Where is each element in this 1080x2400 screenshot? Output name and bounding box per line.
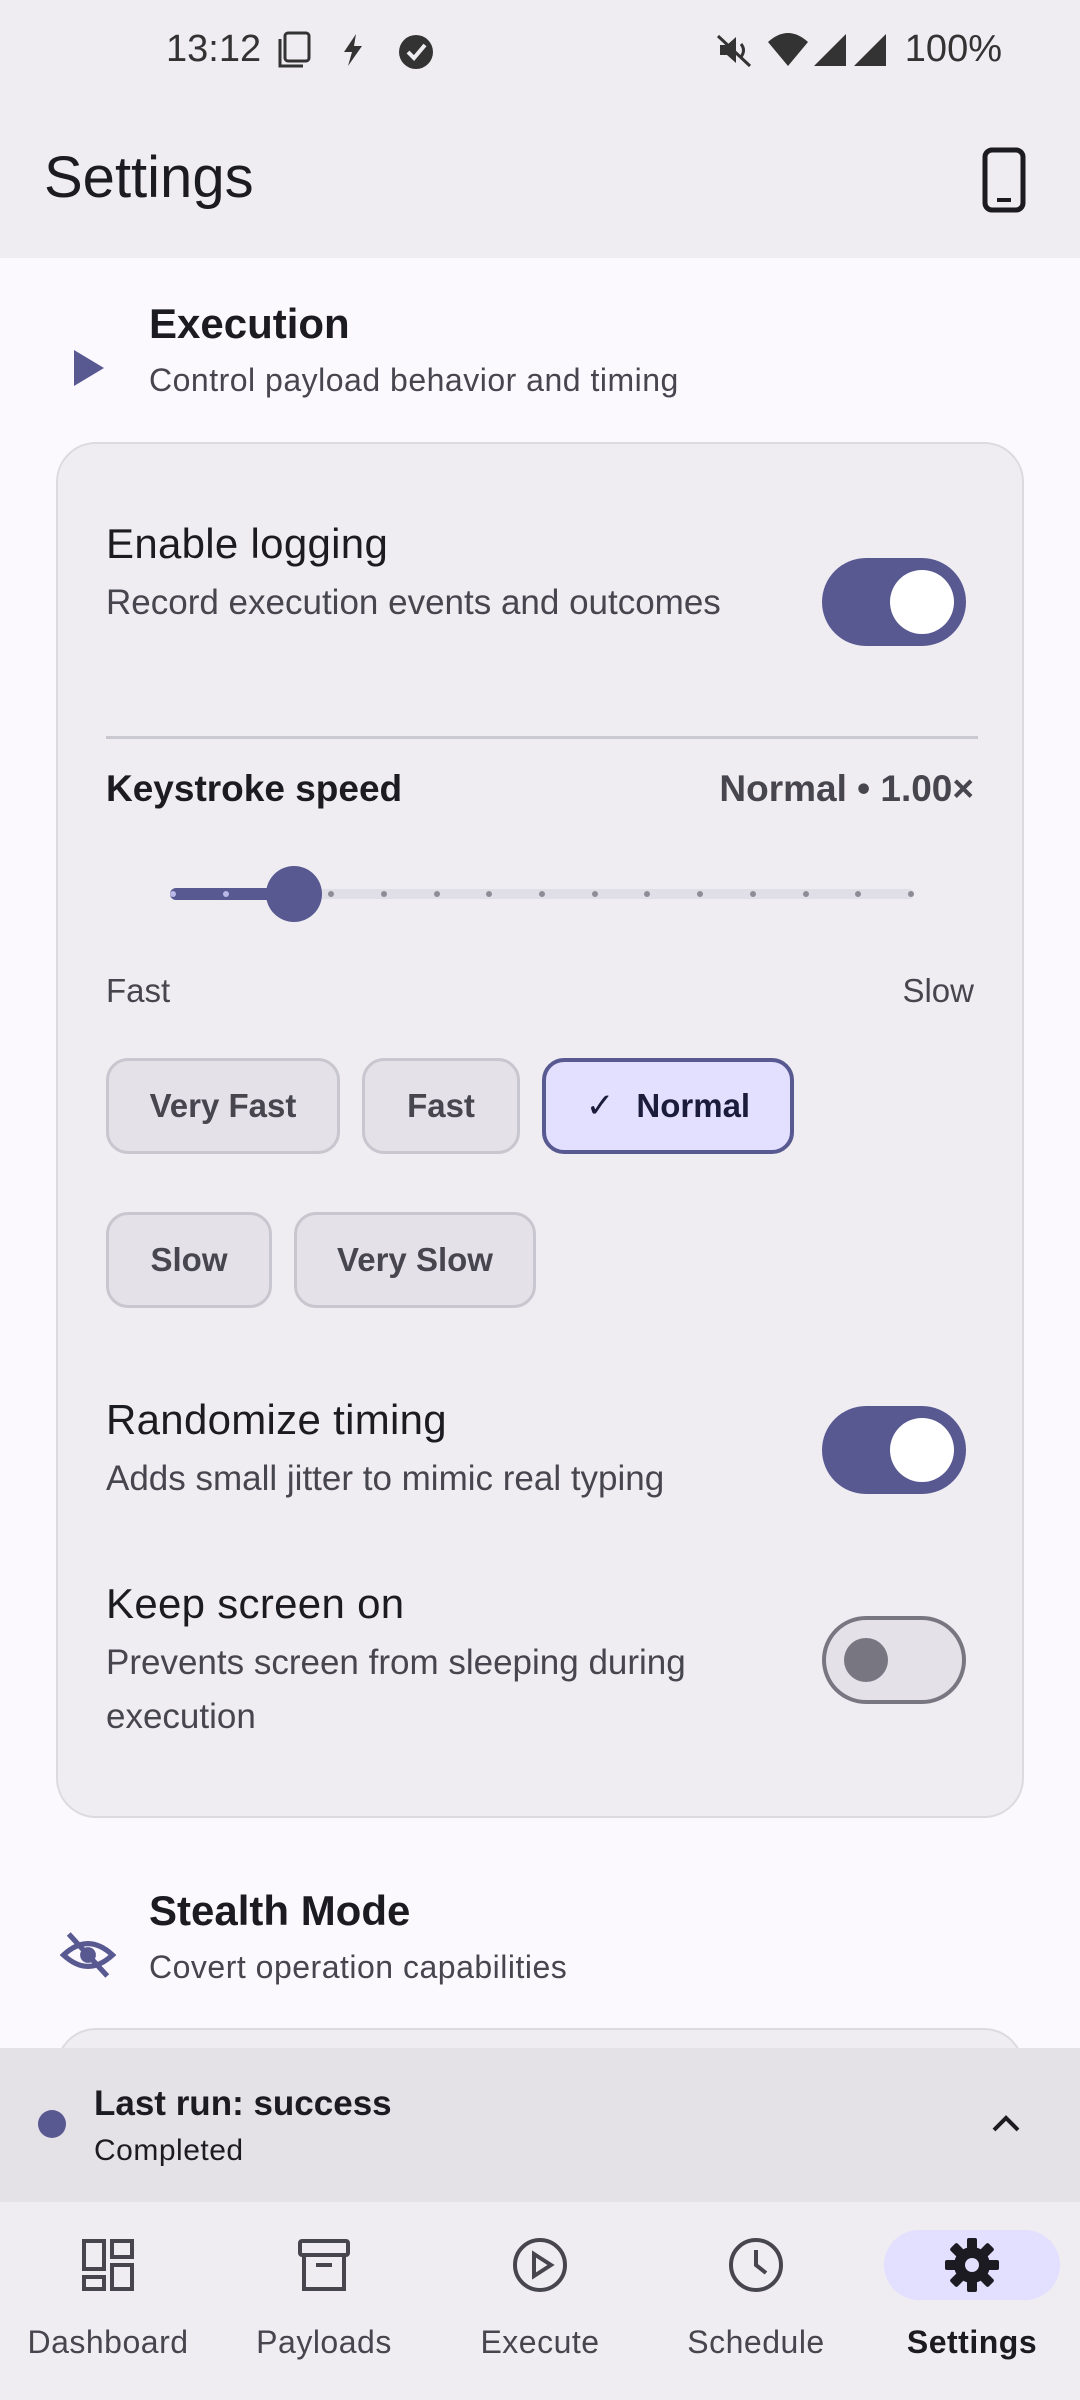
last-run-subtitle: Completed [94,2134,244,2167]
section-subtitle: Control payload behavior and timing [149,362,679,398]
page-title: Settings [44,145,254,210]
archive-icon [270,2230,378,2300]
charging-icon [344,34,362,66]
keystroke-speed-slider[interactable] [170,864,914,924]
slider-tick [434,891,440,897]
slider-tick [697,891,703,897]
bottom-navigation: Dashboard Payloads Execute Schedule Sett… [0,2202,1080,2400]
slider-thumb[interactable] [266,866,322,922]
device-button[interactable] [964,140,1044,220]
range-label-slow: Slow [902,972,974,1009]
preset-chip-fast[interactable]: Fast [362,1058,520,1154]
keep-screen-title: Keep screen on [106,1580,405,1627]
nav-item-dashboard[interactable]: Dashboard [0,2202,216,2400]
slider-tick [908,891,914,897]
chevron-up-icon[interactable] [982,2100,1030,2148]
check-icon: ✓ [585,1087,615,1125]
nav-item-settings[interactable]: Settings [864,2202,1080,2400]
app-bar: Settings [0,100,1080,258]
slider-tick [750,891,756,897]
preset-chip-very-fast[interactable]: Very Fast [106,1058,340,1154]
screenshot-icon [278,31,311,68]
logging-title: Enable logging [106,520,389,567]
battery-level: 100% [904,28,1002,70]
slider-tick [539,891,545,897]
slider-tick [855,891,861,897]
status-dot [38,2110,66,2138]
signal-icon [814,34,846,66]
dashboard-icon [54,2230,162,2300]
preset-chip-slow[interactable]: Slow [106,1212,272,1308]
check-badge-icon [399,35,433,69]
last-run-banner[interactable]: Last run: success Completed [0,2048,1080,2202]
logging-switch[interactable] [822,558,966,646]
slider-tick [803,891,809,897]
randomize-switch[interactable] [822,1406,966,1494]
keystroke-speed-value: Normal • 1.00× [719,768,974,809]
play-icon [60,340,116,396]
section-title: Stealth Mode [149,1887,411,1934]
status-time: 13:12 [166,28,262,70]
slider-tick [644,891,650,897]
slider-tick [223,891,229,897]
nav-item-schedule[interactable]: Schedule [648,2202,864,2400]
randomize-subtitle: Adds small jitter to mimic real typing [106,1459,665,1498]
preset-chip-very-slow[interactable]: Very Slow [294,1212,536,1308]
preset-chip-normal[interactable]: ✓ Normal [542,1058,794,1154]
section-subtitle: Covert operation capabilities [149,1949,568,1985]
range-label-fast: Fast [106,972,171,1009]
clock-icon [702,2230,810,2300]
eye-off-icon [60,1927,116,1983]
nav-item-execute[interactable]: Execute [432,2202,648,2400]
status-bar: 13:12 100% [0,0,1080,100]
section-title: Execution [149,300,350,347]
slider-tick [592,891,598,897]
slider-tick [486,891,492,897]
logging-subtitle: Record execution events and outcomes [106,583,721,622]
wifi-icon [768,33,808,66]
slider-tick [328,891,334,897]
signal-icon-2 [854,34,886,66]
randomize-title: Randomize timing [106,1396,447,1443]
keep-screen-switch[interactable] [822,1616,966,1704]
gear-icon [884,2230,1060,2300]
execution-card: Enable logging Record execution events a… [56,442,1024,1818]
divider [106,736,978,739]
play-circle-icon [486,2230,594,2300]
keep-screen-subtitle: Prevents screen from sleeping during exe… [106,1643,686,1736]
last-run-title: Last run: success [94,2084,392,2123]
nav-item-payloads[interactable]: Payloads [216,2202,432,2400]
slider-tick [170,891,176,897]
keystroke-speed-label: Keystroke speed [106,768,403,809]
slider-tick [381,891,387,897]
mute-icon [716,34,752,68]
phone-icon [982,147,1026,213]
stealth-section-header[interactable]: Stealth Mode Covert operation capabiliti… [0,1887,1080,2027]
execution-section-header[interactable]: Execution Control payload behavior and t… [0,300,1080,440]
